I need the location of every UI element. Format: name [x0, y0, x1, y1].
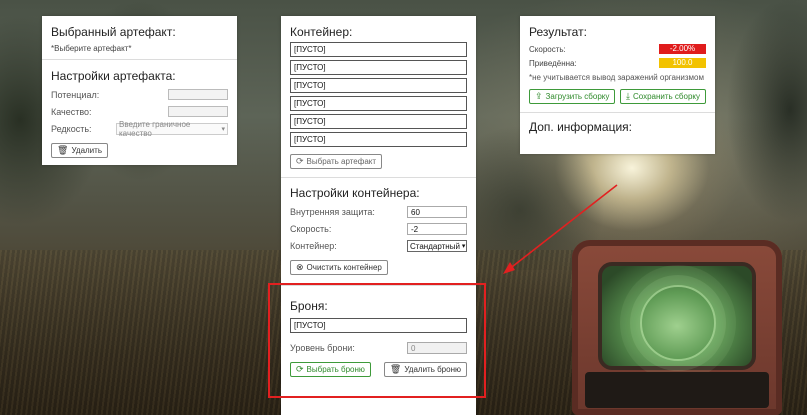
delete-artifact-label: Удалить — [71, 146, 102, 155]
container-slot[interactable]: [ПУСТО] — [290, 132, 467, 147]
result-reduced-badge: 100.0 — [659, 58, 706, 68]
speed-label: Скорость: — [290, 224, 332, 234]
container-type-value: Стандартный — [410, 241, 460, 251]
background-device-screen — [598, 262, 756, 370]
load-build-button[interactable]: ⇪ Загрузить сборку — [529, 89, 616, 104]
download-icon: ⤓ — [625, 91, 630, 101]
container-type-select[interactable]: Стандартный ▾ — [407, 240, 467, 252]
quality-input[interactable] — [168, 106, 228, 117]
container-slot[interactable]: [ПУСТО] — [290, 60, 467, 75]
rarity-select-value: Введите граничное качество — [119, 120, 191, 138]
speed-input[interactable]: -2 — [407, 223, 467, 235]
container-slot[interactable]: [ПУСТО] — [290, 114, 467, 129]
selected-artifact-title: Выбранный артефакт: — [51, 25, 176, 39]
selected-artifact-hint: *Выберите артефакт* — [51, 44, 132, 53]
rarity-select[interactable]: Введите граничное качество ▾ — [116, 120, 228, 138]
background-device-base — [585, 372, 769, 408]
clear-container-label: Очистить контейнер — [306, 263, 382, 272]
chevron-down-icon: ▾ — [221, 125, 225, 133]
result-note: *не учитывается вывод заражений организм… — [529, 73, 704, 82]
save-build-button[interactable]: ⤓ Сохранить сборку — [619, 89, 706, 104]
delete-artifact-button[interactable]: 🗑 Удалить — [51, 143, 108, 158]
artifact-panel: Выбранный артефакт: *Выберите артефакт* … — [42, 16, 237, 165]
trash-icon: 🗑 — [57, 145, 69, 155]
rarity-label: Редкость: — [51, 124, 92, 134]
chevron-down-icon: ▾ — [461, 242, 466, 250]
extra-info-title: Доп. информация: — [529, 120, 632, 134]
result-speed-label: Скорость: — [529, 44, 566, 54]
select-artifact-button[interactable]: ⟳ Выбрать артефакт — [290, 154, 383, 169]
container-type-label: Контейнер: — [290, 241, 337, 251]
quality-label: Качество: — [51, 106, 92, 117]
container-slot[interactable]: [ПУСТО] — [290, 78, 467, 93]
clear-circle-icon: ⊗ — [296, 262, 304, 272]
container-settings-title: Настройки контейнера: — [290, 186, 420, 200]
highlight-box — [268, 283, 486, 398]
background-radar-ring — [640, 285, 716, 361]
refresh-icon: ⟳ — [296, 156, 304, 166]
inner-protection-label: Внутренняя защита: — [290, 207, 375, 217]
upload-icon: ⇪ — [535, 91, 543, 101]
result-title: Результат: — [529, 25, 587, 39]
load-build-label: Загрузить сборку — [545, 92, 610, 101]
container-slot[interactable]: [ПУСТО] — [290, 42, 467, 57]
result-speed-badge: -2.00% — [659, 44, 706, 54]
result-panel: Результат: Скорость: -2.00% Приведённа: … — [520, 16, 715, 154]
artifact-settings-title: Настройки артефакта: — [51, 69, 176, 83]
potential-input[interactable] — [168, 89, 228, 100]
result-reduced-label: Приведённа: — [529, 58, 577, 68]
background-device — [572, 240, 782, 415]
save-build-label: Сохранить сборку — [632, 92, 700, 101]
container-slot[interactable]: [ПУСТО] — [290, 96, 467, 111]
select-artifact-label: Выбрать артефакт — [306, 157, 377, 166]
inner-protection-input[interactable]: 60 — [407, 206, 467, 218]
potential-label: Потенциал: — [51, 89, 100, 100]
container-title: Контейнер: — [290, 25, 353, 39]
clear-container-button[interactable]: ⊗ Очистить контейнер — [290, 260, 388, 275]
